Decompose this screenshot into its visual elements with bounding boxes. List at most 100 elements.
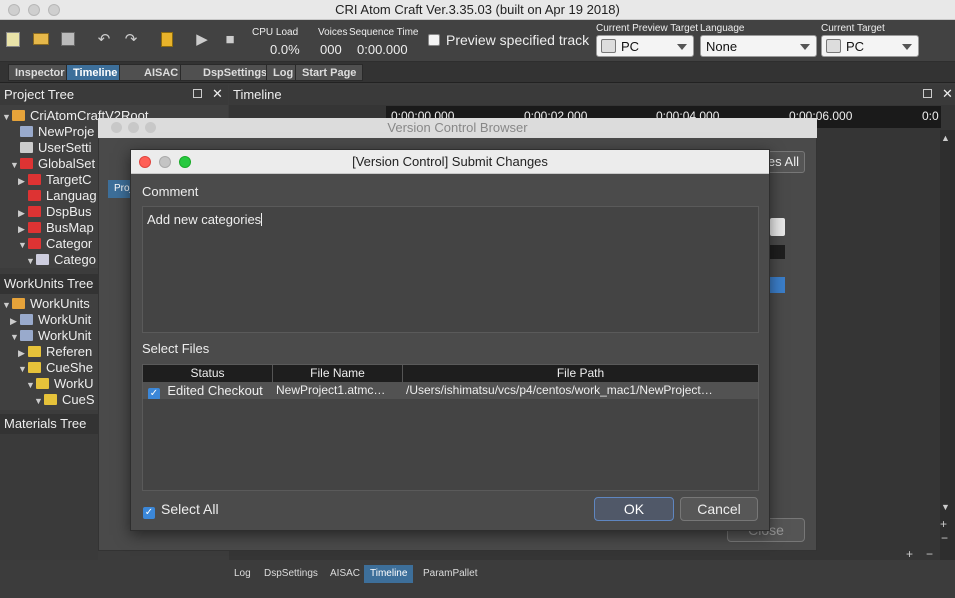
close-dialog-button[interactable] <box>139 156 151 168</box>
tree-item[interactable]: ▼ GlobalSet <box>10 156 95 172</box>
close-icon[interactable]: ✕ <box>942 86 953 102</box>
tab-start-page[interactable]: Start Page <box>295 64 364 81</box>
minimize-dialog-button[interactable] <box>159 156 171 168</box>
timeline-vertical-scrollbar[interactable] <box>940 130 955 560</box>
preview-target-dropdown[interactable]: PC <box>596 35 694 57</box>
tree-item[interactable]: ▼ Categor <box>18 236 92 252</box>
status-cell: ✓ Edited Checkout <box>148 382 273 399</box>
dialog-title: [Version Control] Submit Changes <box>352 154 548 169</box>
play-icon[interactable]: ▶ <box>192 29 212 49</box>
float-panel-icon[interactable] <box>193 89 202 98</box>
workunits-tree-title: WorkUnits Tree <box>4 276 94 291</box>
scroll-down-icon[interactable]: ▼ <box>941 502 950 512</box>
field-control[interactable] <box>770 218 785 236</box>
tree-item[interactable]: ▶ Referen <box>18 344 92 360</box>
status-text: Edited Checkout <box>167 383 263 398</box>
float-panel-icon[interactable] <box>923 89 932 98</box>
tree-item[interactable]: ▼ CueS <box>34 392 95 408</box>
files-table: Status File Name File Path ✓ Edited Chec… <box>142 364 759 491</box>
tab-inspector[interactable]: Inspector <box>8 64 72 81</box>
zoom-out-icon[interactable]: − <box>941 531 948 545</box>
ruler-tick-label: 0:0 <box>922 109 939 123</box>
workunits-tree-header: WorkUnits Tree <box>0 274 98 294</box>
column-header-file-name[interactable]: File Name <box>273 365 403 382</box>
cpu-load-value: 0.0% <box>270 42 300 57</box>
close-window-button[interactable] <box>111 122 122 133</box>
tree-item-label: CueShe <box>46 360 93 375</box>
undo-icon[interactable]: ↶ <box>94 29 114 49</box>
project-tree-title: Project Tree <box>4 87 75 102</box>
tree-item[interactable]: ▶ WorkUnit <box>10 312 91 328</box>
chevron-down-icon <box>902 44 912 50</box>
tree-item[interactable]: ▶ TargetC <box>18 172 92 188</box>
zoom-in-icon[interactable]: + <box>940 517 947 531</box>
tab-timeline[interactable]: Timeline <box>66 64 125 81</box>
materials-tree <box>0 434 98 580</box>
tab-dspsettings[interactable]: DspSettings <box>180 64 275 81</box>
bottom-tab-log[interactable]: Log <box>228 565 257 583</box>
tree-item-label: WorkUnits <box>30 296 90 311</box>
chevron-down-icon <box>677 44 687 50</box>
preview-track-label: Preview specified track <box>446 32 590 48</box>
row-checkbox[interactable]: ✓ <box>148 388 160 399</box>
h-zoom-out-icon[interactable]: − <box>926 547 933 561</box>
preview-track-checkbox[interactable] <box>428 34 440 46</box>
zoom-dialog-button[interactable] <box>179 156 191 168</box>
table-header: Status File Name File Path <box>143 365 758 382</box>
column-header-file-path[interactable]: File Path <box>403 365 758 382</box>
tree-item[interactable]: ▶ BusMap <box>18 220 94 236</box>
tree-item-label: GlobalSet <box>38 156 96 171</box>
tree-item[interactable]: ▼ Catego <box>26 252 96 268</box>
bottom-tab-dspsettings[interactable]: DspSettings <box>258 565 324 583</box>
h-zoom-in-icon[interactable]: + <box>906 547 913 561</box>
comment-textarea[interactable]: Add new categories <box>142 206 759 333</box>
new-project-icon[interactable] <box>3 29 23 49</box>
current-target-value: PC <box>846 39 865 54</box>
chevron-down-icon <box>800 44 810 50</box>
scroll-up-icon[interactable]: ▲ <box>941 133 950 143</box>
tree-item-label: Languag <box>46 188 97 203</box>
select-files-label: Select Files <box>142 341 210 356</box>
file-path-cell: /Users/ishimatsu/vcs/p4/centos/work_mac1… <box>406 383 713 397</box>
pc-icon <box>826 39 841 53</box>
tree-item[interactable]: Languag <box>28 188 97 204</box>
tab-aisac[interactable]: AISAC <box>119 64 186 81</box>
comment-text: Add new categories <box>147 212 262 227</box>
minimize-window-button[interactable] <box>128 122 139 133</box>
zoom-window-button[interactable] <box>145 122 156 133</box>
open-folder-icon[interactable] <box>31 29 51 49</box>
build-icon[interactable] <box>157 29 177 49</box>
tree-item[interactable]: UserSetti <box>20 140 91 156</box>
redo-icon[interactable]: ↷ <box>121 29 141 49</box>
table-row[interactable]: ✓ Edited Checkout NewProject1.atmc… /Use… <box>143 382 758 399</box>
tree-item-label: Catego <box>54 252 96 267</box>
bottom-tab-parampallet[interactable]: ParamPallet <box>417 565 483 583</box>
tree-item[interactable]: ▼ WorkUnit <box>10 328 91 344</box>
tree-item[interactable]: NewProje <box>20 124 94 140</box>
voices-value: 000 <box>320 42 342 57</box>
sequence-time-label: Sequence Time <box>349 27 419 38</box>
tree-item[interactable]: ▼ CueShe <box>18 360 93 376</box>
tab-aisac-label: AISAC <box>144 67 179 79</box>
column-header-status[interactable]: Status <box>143 365 273 382</box>
language-dropdown[interactable]: None <box>700 35 817 57</box>
bottom-tab-timeline[interactable]: Timeline <box>364 565 414 583</box>
close-icon[interactable]: ✕ <box>212 86 223 102</box>
select-all-checkbox[interactable]: ✓ <box>143 503 155 519</box>
selected-row[interactable] <box>770 277 785 293</box>
language-label: Language <box>700 23 745 34</box>
cancel-button[interactable]: Cancel <box>680 497 758 521</box>
tree-item-label: Categor <box>46 236 93 251</box>
current-target-dropdown[interactable]: PC <box>821 35 919 57</box>
stop-icon[interactable]: ■ <box>220 29 240 49</box>
ok-button[interactable]: OK <box>594 497 674 521</box>
sequence-time-value: 0:00.000 <box>357 42 408 57</box>
tree-item[interactable]: ▶ DspBus <box>18 204 92 220</box>
bottom-tab-aisac[interactable]: AISAC <box>324 565 366 583</box>
save-icon[interactable] <box>58 29 78 49</box>
tree-item-label: CueS <box>62 392 95 407</box>
window-titlebar: CRI Atom Craft Ver.3.35.03 (built on Apr… <box>0 0 955 20</box>
tree-item[interactable]: ▼ WorkUnits <box>2 296 90 312</box>
tab-project[interactable]: Proj <box>108 180 132 198</box>
tree-item[interactable]: ▼ WorkU <box>26 376 93 392</box>
